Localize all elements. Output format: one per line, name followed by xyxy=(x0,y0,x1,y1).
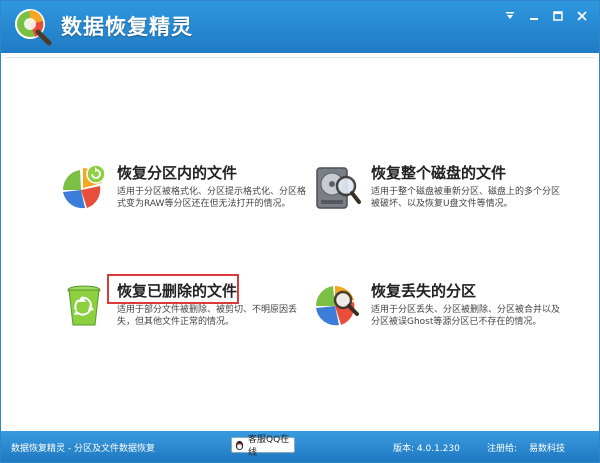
option-description: 适用于分区丢失、分区被删除、分区被合并以及分区被误Ghost等源分区已不存在的情… xyxy=(371,305,561,327)
qq-online-label: 客服QQ在线 xyxy=(248,435,290,458)
status-app-description: 数据恢复精灵 - 分区及文件数据恢复 xyxy=(11,444,155,454)
option-description: 适用于分区被格式化、分区提示格式化、分区格式变为RAW等分区还在但无法打开的情况… xyxy=(117,187,307,209)
option-title: 恢复丢失的分区 xyxy=(371,282,477,300)
status-registered-to: 易数科技 xyxy=(529,444,566,454)
option-recover-lost-partition[interactable]: 恢复丢失的分区 适用于分区丢失、分区被删除、分区被合并以及分区被误Ghost等源… xyxy=(313,280,563,340)
minimize-icon xyxy=(530,18,538,20)
hard-disk-magnifier-icon xyxy=(316,167,361,209)
qq-online-button[interactable]: 客服QQ在线 xyxy=(231,435,295,458)
option-title: 恢复整个磁盘的文件 xyxy=(371,164,507,182)
maximize-button[interactable] xyxy=(547,7,569,25)
recycle-bin-icon xyxy=(67,285,101,326)
title-bar[interactable]: 数据恢复精灵 xyxy=(1,1,599,53)
maximize-icon xyxy=(553,11,563,21)
option-recover-partition-files[interactable]: 恢复分区内的文件 适用于分区被格式化、分区提示格式化、分区格式变为RAW等分区还… xyxy=(59,162,309,222)
option-recover-disk-files[interactable]: 恢复整个磁盘的文件 适用于整个磁盘被重新分区、磁盘上的多个分区被破坏、以及恢复U… xyxy=(313,162,563,222)
option-title: 恢复分区内的文件 xyxy=(117,164,238,182)
close-button[interactable] xyxy=(571,7,593,25)
option-recover-deleted-files[interactable]: 恢复已删除的文件 适用于部分文件被删除、被剪切、不明原因丢失，但其他文件正常的情… xyxy=(59,274,309,340)
minimize-button[interactable] xyxy=(523,7,545,25)
app-window: 数据恢复精灵 恢复分区内的文件 适用于分区被格式化、分区提示格式化、分区格式变为… xyxy=(0,0,600,463)
status-registered-label: 注册给: xyxy=(487,444,518,454)
selection-highlight xyxy=(107,274,239,304)
pie-chart-refresh-icon xyxy=(62,164,106,209)
app-logo-icon xyxy=(15,9,52,46)
window-controls xyxy=(499,7,593,25)
option-description: 适用于整个磁盘被重新分区、磁盘上的多个分区被破坏、以及恢复U盘文件等情况。 xyxy=(371,187,561,209)
menu-button[interactable] xyxy=(499,7,521,25)
qq-penguin-icon xyxy=(235,440,244,451)
menu-arrow-icon xyxy=(506,12,514,19)
app-title: 数据恢复精灵 xyxy=(61,15,193,39)
close-icon xyxy=(577,11,587,21)
option-description: 适用于部分文件被删除、被剪切、不明原因丢失，但其他文件正常的情况。 xyxy=(117,305,298,327)
pie-chart-magnifier-icon xyxy=(315,286,359,326)
status-version: 版本: 4.0.1.230 xyxy=(393,444,460,454)
status-bar: 数据恢复精灵 - 分区及文件数据恢复 客服QQ在线 版本: 4.0.1.230 … xyxy=(1,431,599,462)
main-content: 恢复分区内的文件 适用于分区被格式化、分区提示格式化、分区格式变为RAW等分区还… xyxy=(5,57,595,428)
